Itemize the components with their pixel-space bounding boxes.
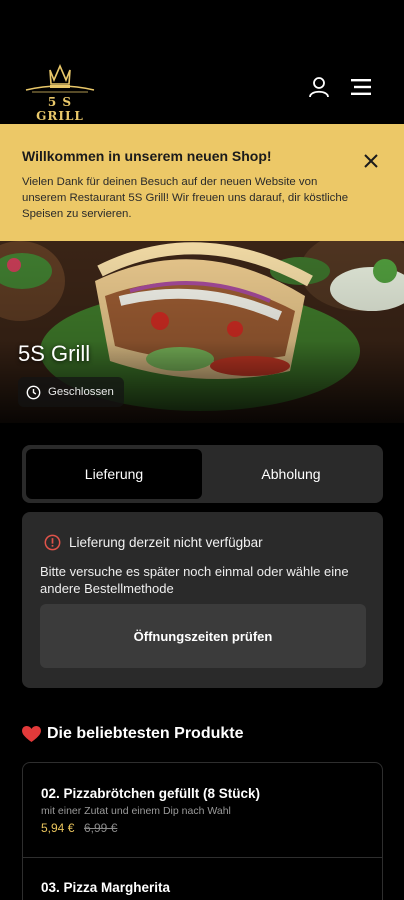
heart-icon [22, 725, 41, 742]
alert-circle-icon [44, 534, 61, 551]
close-icon [364, 154, 378, 168]
status-text: Geschlossen [48, 386, 114, 398]
popular-title: Die beliebtesten Produkte [47, 725, 244, 742]
notice-text: Bitte versuche es später noch einmal ode… [40, 564, 349, 596]
check-opening-hours-button[interactable]: Öffnungszeiten prüfen [40, 604, 366, 668]
tab-abholung[interactable]: Abholung [203, 449, 379, 499]
popular-section-title: Die beliebtesten Produkte [22, 725, 244, 743]
product-old-price: 6,99 € [84, 821, 118, 835]
product-name: 02. Pizzabrötchen gefüllt (8 Stück) [41, 786, 261, 801]
app-header: 5 S GRILL [0, 0, 404, 124]
banner-title: Willkommen in unserem neuen Shop! [22, 148, 272, 164]
hamburger-menu-icon [351, 79, 371, 95]
order-mode-toggle: Lieferung Abholung [22, 445, 383, 503]
notice-header: Lieferung derzeit nicht verfügbar [44, 534, 263, 551]
product-item[interactable]: 02. Pizzabrötchen gefüllt (8 Stück) mit … [23, 763, 382, 857]
menu-button[interactable] [346, 72, 376, 102]
welcome-banner: Willkommen in unserem neuen Shop! Vielen… [0, 124, 404, 241]
tab-lieferung[interactable]: Lieferung [26, 449, 202, 499]
product-item[interactable]: 03. Pizza Margherita [23, 857, 382, 900]
product-name: 03. Pizza Margherita [41, 880, 171, 895]
clock-icon [26, 385, 41, 399]
crown-logo-icon [25, 63, 95, 93]
banner-close-button[interactable] [358, 148, 384, 174]
account-button[interactable] [304, 72, 334, 102]
delivery-notice-card: Lieferung derzeit nicht verfügbar Bitte … [22, 512, 383, 688]
banner-text: Vielen Dank für deinen Besuch auf der ne… [22, 176, 349, 220]
user-icon [309, 77, 329, 98]
logo-text: 5 S GRILL [36, 95, 84, 123]
product-description: mit einer Zutat und einem Dip nach Wahl [41, 805, 231, 817]
hero-image: 5S Grill Geschlossen [0, 241, 404, 423]
product-list: 02. Pizzabrötchen gefüllt (8 Stück) mit … [22, 762, 383, 900]
status-badge: Geschlossen [18, 377, 124, 407]
notice-title: Lieferung derzeit nicht verfügbar [69, 535, 263, 550]
restaurant-logo[interactable]: 5 S GRILL [22, 62, 98, 123]
product-price: 5,94 € [41, 821, 75, 835]
restaurant-name: 5S Grill [18, 341, 91, 366]
